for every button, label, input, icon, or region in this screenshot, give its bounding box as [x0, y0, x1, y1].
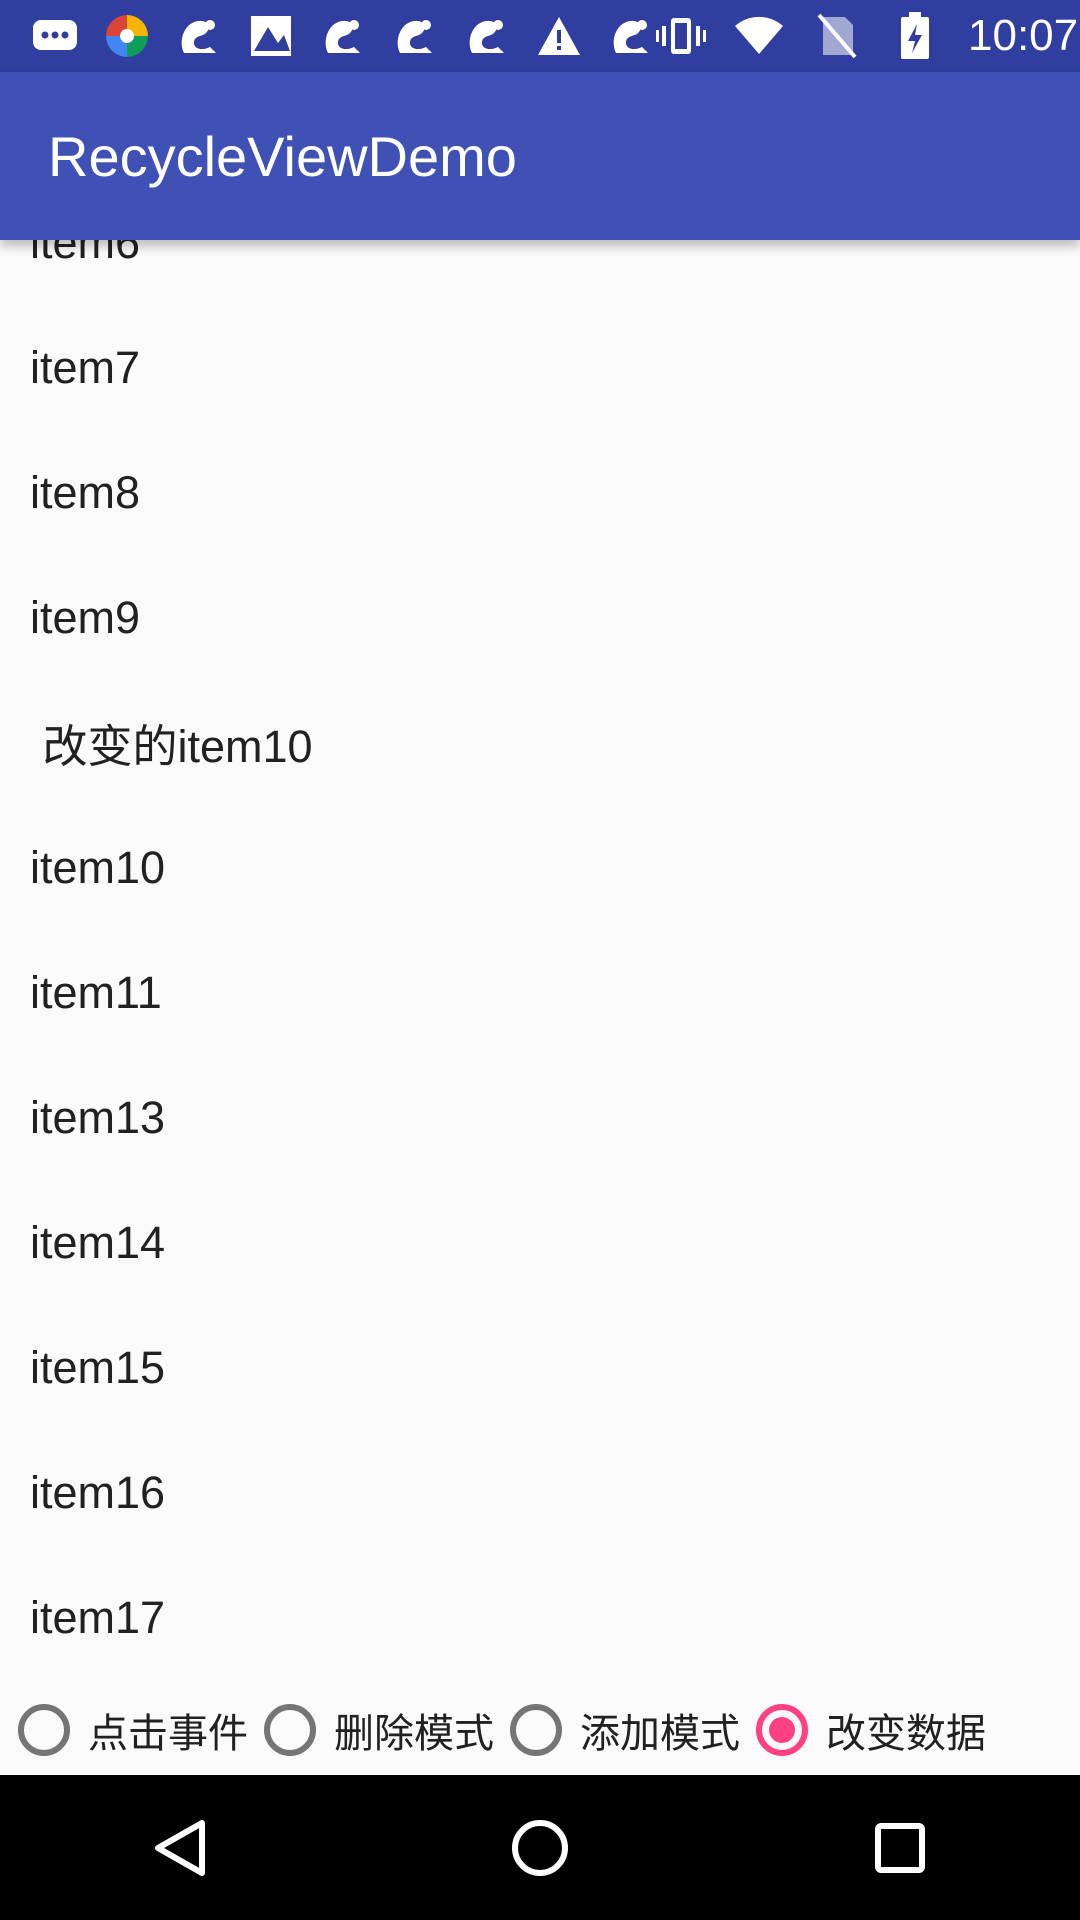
landscape-icon	[246, 11, 296, 61]
squirrel-icon	[462, 11, 512, 61]
list-item[interactable]: 改变的item10	[0, 680, 1080, 805]
radio-label: 点击事件	[88, 1711, 248, 1757]
recycler-list[interactable]: item6 item7 item8 item9 改变的item10 item10 item…	[0, 240, 1080, 1685]
radio-option[interactable]: 改变数据	[756, 1701, 986, 1759]
radio-checked-icon[interactable]	[756, 1704, 808, 1756]
list-item-label: item8	[30, 466, 141, 518]
radio-unchecked-icon[interactable]	[264, 1704, 316, 1756]
list-item[interactable]: item6	[0, 240, 1080, 305]
list-item-label: item10	[30, 841, 166, 893]
pinwheel-icon	[102, 11, 152, 61]
warning-icon	[534, 11, 584, 61]
app-title: RecycleViewDemo	[48, 124, 517, 188]
list-item-label: item6	[30, 240, 141, 268]
home-button[interactable]	[480, 1788, 600, 1908]
list-item[interactable]: item13	[0, 1055, 1080, 1180]
list-item-label: item16	[30, 1466, 166, 1518]
list-item[interactable]: item17	[0, 1555, 1080, 1680]
squirrel-icon	[174, 11, 224, 61]
list-item[interactable]: item15	[0, 1305, 1080, 1430]
radio-option[interactable]: 添加模式	[510, 1701, 740, 1759]
screen: 10:07 RecycleViewDemo item6 item7 item8 ite…	[0, 0, 1080, 1920]
list-item-label: item11	[30, 966, 162, 1018]
home-icon	[512, 1819, 568, 1876]
list-item-label: 改变的item10	[30, 721, 313, 772]
list-item[interactable]: item7	[0, 305, 1080, 430]
list-item-label: item13	[30, 1091, 166, 1143]
list-item[interactable]: item10	[0, 805, 1080, 930]
list-item[interactable]: item8	[0, 430, 1080, 555]
radio-option[interactable]: 点击事件	[18, 1701, 248, 1759]
radio-unchecked-icon[interactable]	[18, 1704, 70, 1756]
notification-icons	[30, 11, 656, 61]
squirrel-icon	[318, 11, 368, 61]
radio-unchecked-icon[interactable]	[510, 1704, 562, 1756]
list-item-label: item14	[30, 1216, 166, 1268]
app-bar: RecycleViewDemo	[0, 72, 1080, 240]
chat-bubble-icon	[30, 11, 80, 61]
no-sim-icon	[812, 11, 862, 61]
clock-time: 10:07	[968, 11, 1079, 60]
radio-label: 改变数据	[826, 1711, 986, 1757]
system-status-icons: 10:07	[656, 11, 1078, 61]
list-item[interactable]: item11	[0, 930, 1080, 1055]
status-bar: 10:07	[0, 0, 1080, 72]
radio-label: 添加模式	[580, 1711, 740, 1757]
vibrate-icon	[656, 11, 706, 61]
wifi-icon	[734, 11, 784, 61]
recents-button[interactable]	[840, 1788, 960, 1908]
radio-dot-icon	[769, 1717, 795, 1743]
battery-charging-icon	[890, 11, 940, 61]
back-icon	[155, 1819, 205, 1876]
list-content: item6 item7 item8 item9 改变的item10 item10 item…	[0, 240, 1080, 1680]
list-item-label: item7	[30, 341, 141, 393]
squirrel-icon	[606, 11, 656, 61]
radio-option[interactable]: 删除模式	[264, 1701, 494, 1759]
recents-icon	[875, 1822, 925, 1873]
navigation-bar	[0, 1775, 1080, 1920]
list-item-label: item15	[30, 1341, 166, 1393]
list-item[interactable]: item14	[0, 1180, 1080, 1305]
list-item[interactable]: item16	[0, 1430, 1080, 1555]
back-button[interactable]	[120, 1788, 240, 1908]
mode-radio-group: 点击事件 删除模式 添加模式 改变数据	[0, 1685, 1080, 1775]
list-item-label: item9	[30, 591, 141, 643]
squirrel-icon	[390, 11, 440, 61]
list-item-label: item17	[30, 1591, 166, 1643]
list-item[interactable]: item9	[0, 555, 1080, 680]
radio-label: 删除模式	[334, 1711, 494, 1757]
